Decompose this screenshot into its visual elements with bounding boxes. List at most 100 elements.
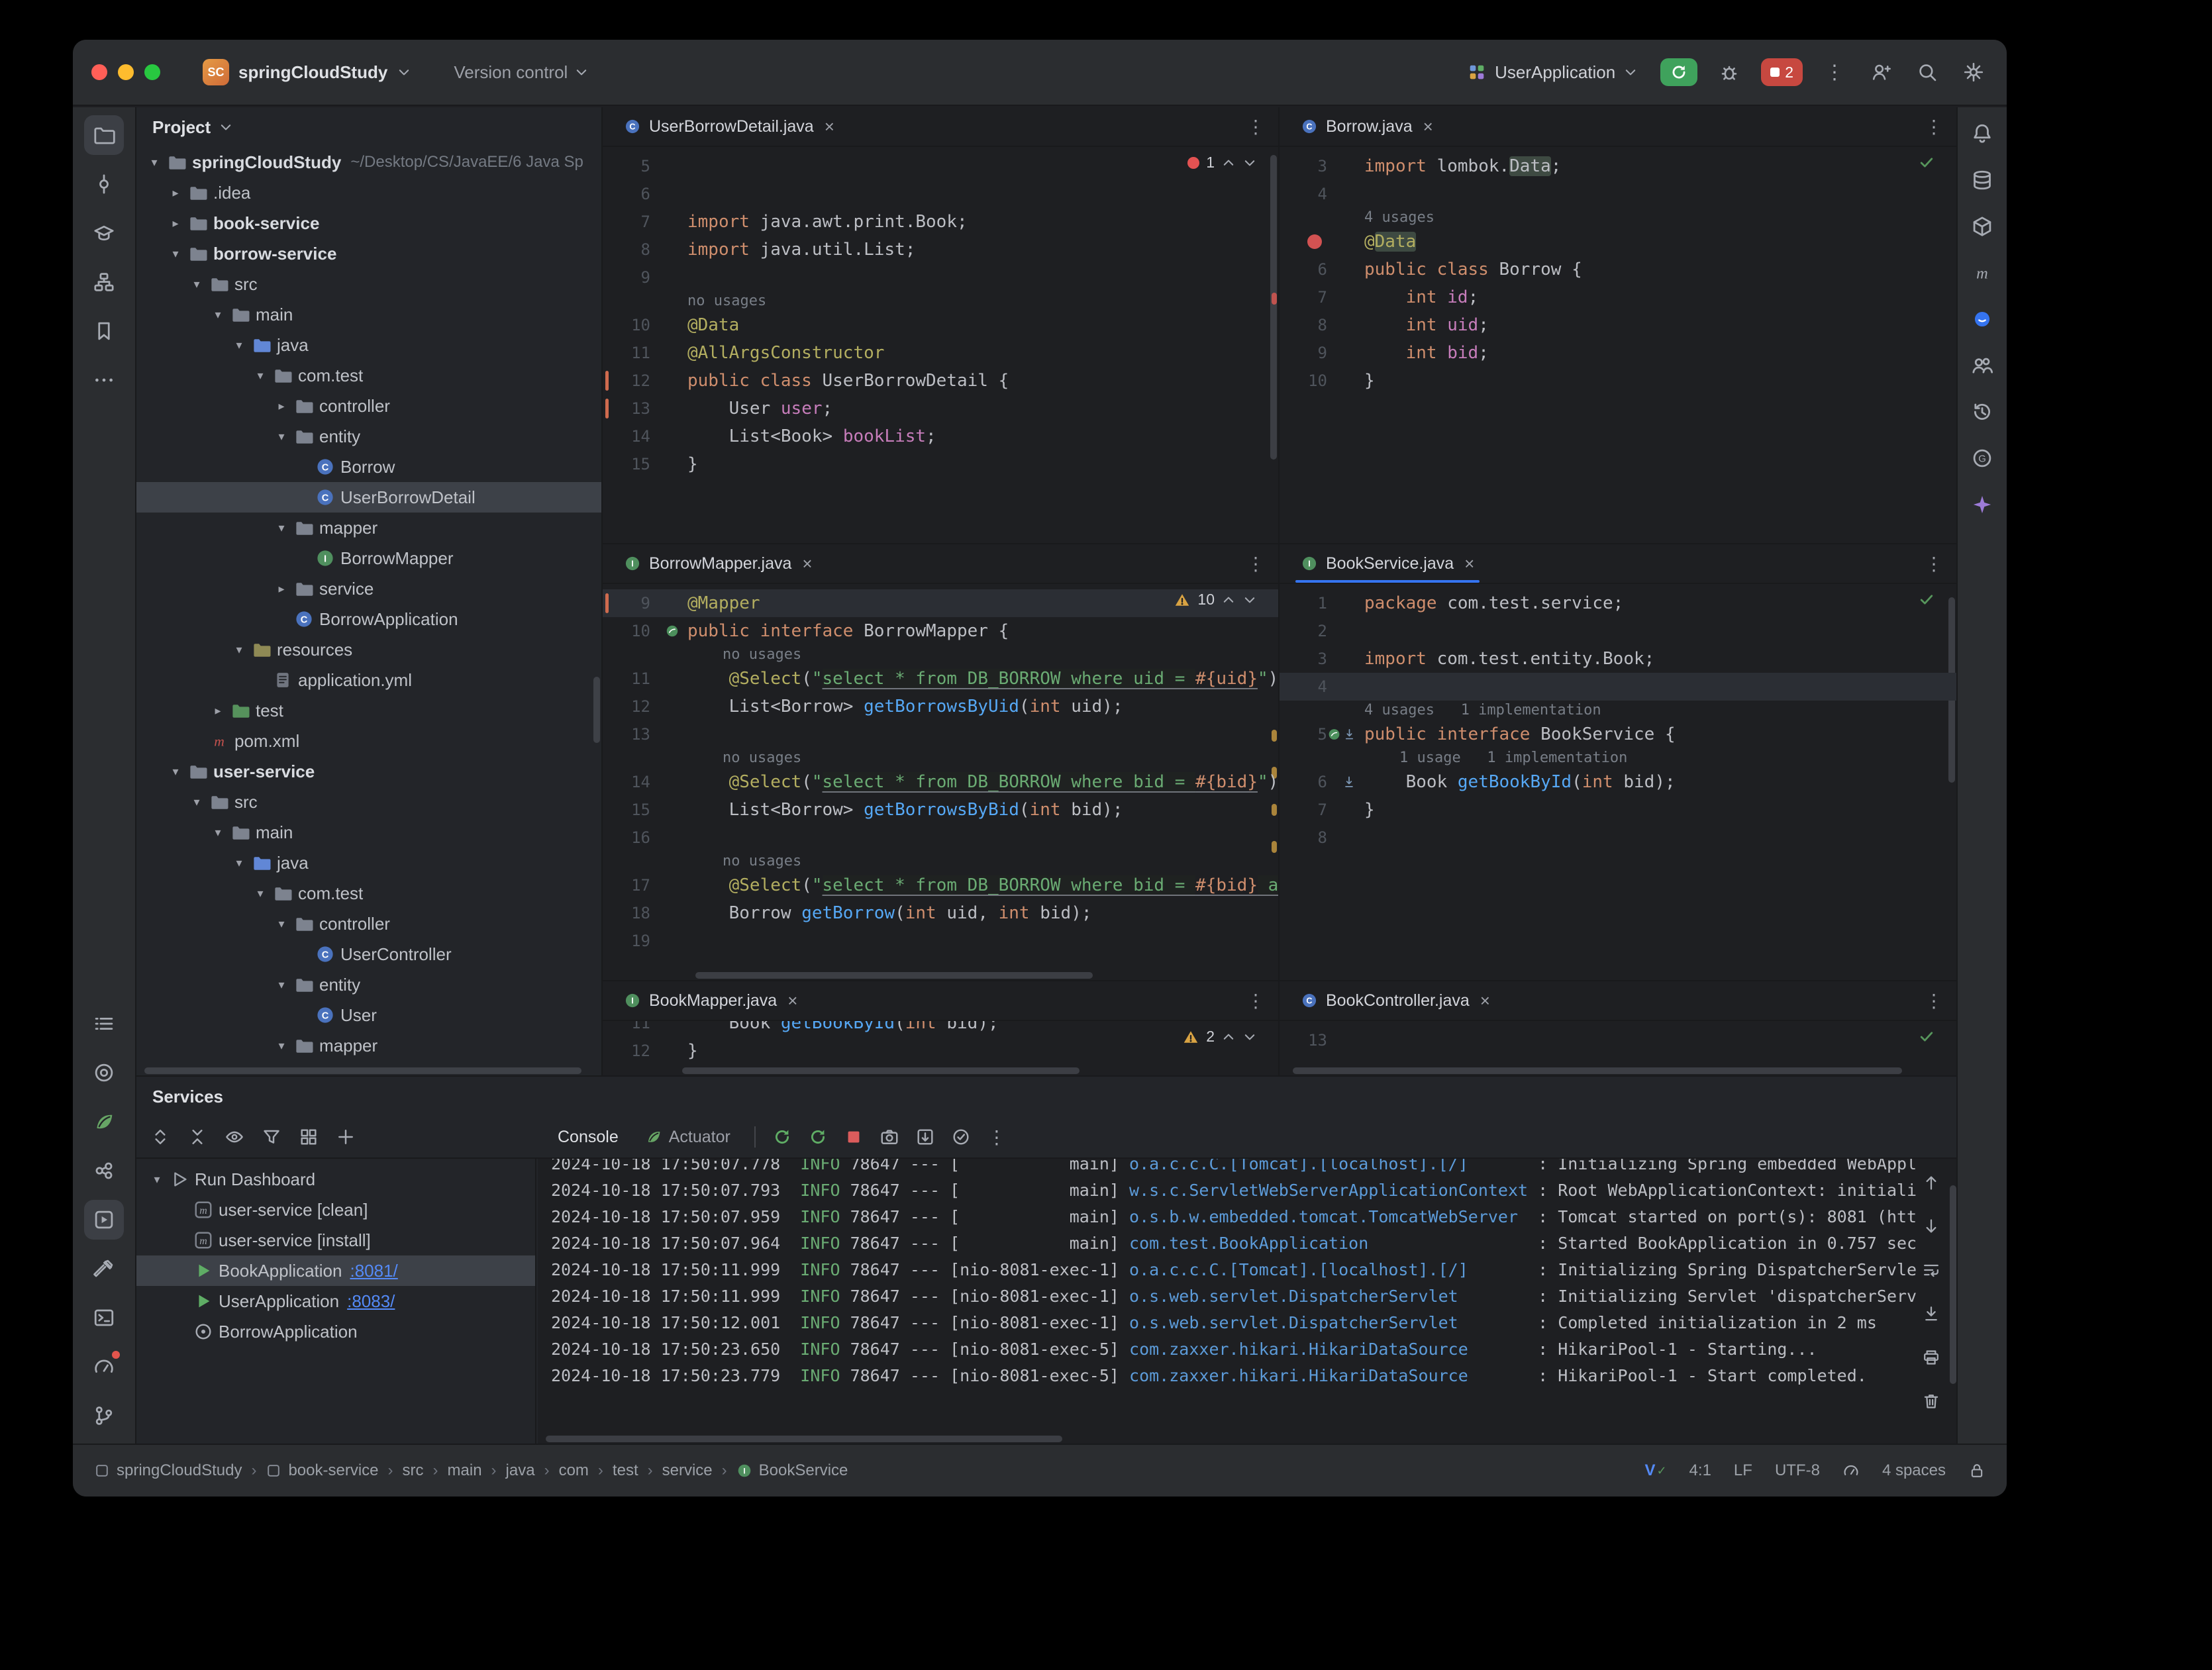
- project-selector[interactable]: SC springCloudStudy: [195, 54, 419, 91]
- more-actions-icon[interactable]: ⋮: [1820, 58, 1849, 87]
- chevron-down-icon[interactable]: ▾: [144, 156, 164, 170]
- caret-position-widget[interactable]: 4:1: [1689, 1461, 1711, 1480]
- chevron-right-icon[interactable]: ▸: [272, 399, 291, 413]
- chevron-down-icon[interactable]: ▾: [166, 765, 185, 779]
- restore-layout-icon[interactable]: [945, 1121, 977, 1153]
- readonly-widget[interactable]: [1968, 1462, 1986, 1479]
- recent-locations-icon[interactable]: [1964, 393, 2001, 430]
- collapse-all-icon[interactable]: [181, 1121, 213, 1153]
- prev-occurrence-icon[interactable]: [1915, 1167, 1947, 1199]
- encoding-widget[interactable]: UTF-8: [1775, 1461, 1820, 1480]
- breadcrumb-test[interactable]: test: [613, 1461, 638, 1480]
- chevron-right-icon[interactable]: ▸: [166, 186, 185, 200]
- clear-console-icon[interactable]: [1915, 1385, 1947, 1417]
- more-tools-icon[interactable]: [84, 360, 124, 400]
- chevron-down-icon[interactable]: ▾: [208, 308, 228, 322]
- chevron-down-icon[interactable]: ▾: [272, 430, 291, 444]
- code-with-me-button[interactable]: [1866, 58, 1895, 87]
- service-item-user-service-clean[interactable]: m user-service [clean]: [136, 1195, 535, 1225]
- console-hscrollbar[interactable]: [546, 1436, 1062, 1442]
- project-item-borrow[interactable]: C Borrow: [136, 452, 601, 482]
- console-vscrollbar[interactable]: [1950, 1185, 1956, 1384]
- close-tab-icon[interactable]: ×: [1423, 117, 1433, 137]
- group-by-icon[interactable]: [293, 1121, 325, 1153]
- prev-problem-icon[interactable]: [1221, 593, 1236, 607]
- project-vscrollbar[interactable]: [593, 677, 600, 743]
- project-item-idea[interactable]: ▸ .idea: [136, 177, 601, 208]
- indent-widget[interactable]: 4 spaces: [1882, 1461, 1946, 1480]
- rerun-icon[interactable]: [766, 1121, 798, 1153]
- soft-wrap-icon[interactable]: [1915, 1254, 1947, 1286]
- breadcrumb-java[interactable]: java: [506, 1461, 535, 1480]
- tab-borrow-java[interactable]: C Borrow.java ×: [1287, 107, 1446, 146]
- inspections-widget[interactable]: 1: [1187, 154, 1257, 172]
- close-tab-icon[interactable]: ×: [787, 991, 797, 1011]
- commit-tool-icon[interactable]: [84, 164, 124, 204]
- inspections-widget[interactable]: [1918, 591, 1935, 608]
- prev-problem-icon[interactable]: [1221, 1030, 1236, 1044]
- project-item-src[interactable]: ▾ src: [136, 269, 601, 299]
- inspections-widget[interactable]: 10: [1174, 591, 1257, 609]
- next-problem-icon[interactable]: [1242, 593, 1257, 607]
- chevron-down-icon[interactable]: ▾: [272, 917, 291, 931]
- editor-options-icon[interactable]: ⋮: [1233, 990, 1278, 1012]
- project-item-resources[interactable]: ▾ resources: [136, 634, 601, 665]
- service-item-user-service-install[interactable]: m user-service [install]: [136, 1225, 535, 1255]
- expand-all-icon[interactable]: [144, 1121, 176, 1153]
- project-item-java[interactable]: ▾ java: [136, 330, 601, 360]
- breadcrumb-main[interactable]: main: [448, 1461, 482, 1480]
- tab-userborrowdetail-java[interactable]: C UserBorrowDetail.java ×: [611, 107, 848, 146]
- service-item-borrowapplication[interactable]: BorrowApplication: [136, 1316, 535, 1347]
- project-item-com-test[interactable]: ▾ com.test: [136, 878, 601, 909]
- project-item-usercontroller[interactable]: C UserController: [136, 939, 601, 969]
- chevron-down-icon[interactable]: ▾: [229, 338, 249, 352]
- tab-borrowmapper-java[interactable]: I BorrowMapper.java ×: [611, 544, 826, 583]
- code-editor[interactable]: 9 @Mapper 10 public interface BorrowMapper …: [603, 584, 1278, 955]
- vim-widget[interactable]: V ✓: [1644, 1461, 1666, 1480]
- chevron-down-icon[interactable]: ▾: [187, 277, 207, 291]
- problems-tool-icon[interactable]: [84, 1053, 124, 1093]
- inspections-widget[interactable]: [1918, 1028, 1935, 1045]
- next-problem-icon[interactable]: [1242, 1030, 1257, 1044]
- tab-bookservice-java[interactable]: I BookService.java ×: [1287, 544, 1487, 583]
- project-panel-header[interactable]: Project: [136, 107, 601, 147]
- run-console[interactable]: 2024-10-18 17:50:07.778 INFO 78647 --- […: [538, 1159, 1956, 1444]
- chevron-down-icon[interactable]: ▾: [166, 247, 185, 261]
- project-item-service[interactable]: ▸ service: [136, 573, 601, 604]
- maven-icon[interactable]: m: [1964, 254, 2001, 291]
- chevron-down-icon[interactable]: ▾: [187, 795, 207, 809]
- minimize-window-button[interactable]: [118, 64, 134, 80]
- version-control-tool-icon[interactable]: [84, 1396, 124, 1436]
- console-output[interactable]: 2024-10-18 17:50:07.778 INFO 78647 --- […: [538, 1159, 1956, 1433]
- update-application-icon[interactable]: [802, 1121, 834, 1153]
- project-item-pom-xml[interactable]: m pom.xml: [136, 726, 601, 756]
- project-item-test[interactable]: ▸ test: [136, 695, 601, 726]
- breakpoint-icon[interactable]: [1307, 234, 1322, 249]
- project-item-borrowmapper[interactable]: I BorrowMapper: [136, 543, 601, 573]
- project-hscrollbar[interactable]: [144, 1067, 581, 1074]
- bookmarks-tool-icon[interactable]: [84, 311, 124, 351]
- gradle-icon[interactable]: G: [1964, 440, 2001, 477]
- breadcrumb-service[interactable]: service: [662, 1461, 713, 1480]
- chevron-down-icon[interactable]: ▾: [229, 856, 249, 870]
- code-with-me-icon[interactable]: [1964, 347, 2001, 384]
- code-editor[interactable]: 13: [1280, 1021, 1956, 1054]
- highlighting-level-widget[interactable]: [1842, 1462, 1860, 1479]
- breadcrumb-springcloudstudy[interactable]: springCloudStudy: [94, 1461, 242, 1480]
- editor-hscrollbar[interactable]: [1293, 1067, 1902, 1074]
- project-tool-icon[interactable]: [84, 115, 124, 155]
- close-tab-icon[interactable]: ×: [1464, 554, 1474, 574]
- prev-problem-icon[interactable]: [1221, 156, 1236, 170]
- editor-options-icon[interactable]: ⋮: [1911, 990, 1956, 1012]
- ai-chat-icon[interactable]: [1964, 301, 2001, 338]
- editor-options-icon[interactable]: ⋮: [1233, 116, 1278, 138]
- service-item-run-dashboard[interactable]: ▾ Run Dashboard: [136, 1164, 535, 1195]
- project-item-src[interactable]: ▾ src: [136, 787, 601, 817]
- project-item-mapper[interactable]: ▾ mapper: [136, 513, 601, 543]
- notifications-icon[interactable]: [1964, 115, 2001, 152]
- breadcrumb-com[interactable]: com: [559, 1461, 589, 1480]
- chevron-down-icon[interactable]: ▾: [147, 1173, 167, 1187]
- project-item-borrow-service[interactable]: ▾ borrow-service: [136, 238, 601, 269]
- project-item-com-test[interactable]: ▾ com.test: [136, 360, 601, 391]
- services-panel-header[interactable]: Services: [136, 1077, 1956, 1116]
